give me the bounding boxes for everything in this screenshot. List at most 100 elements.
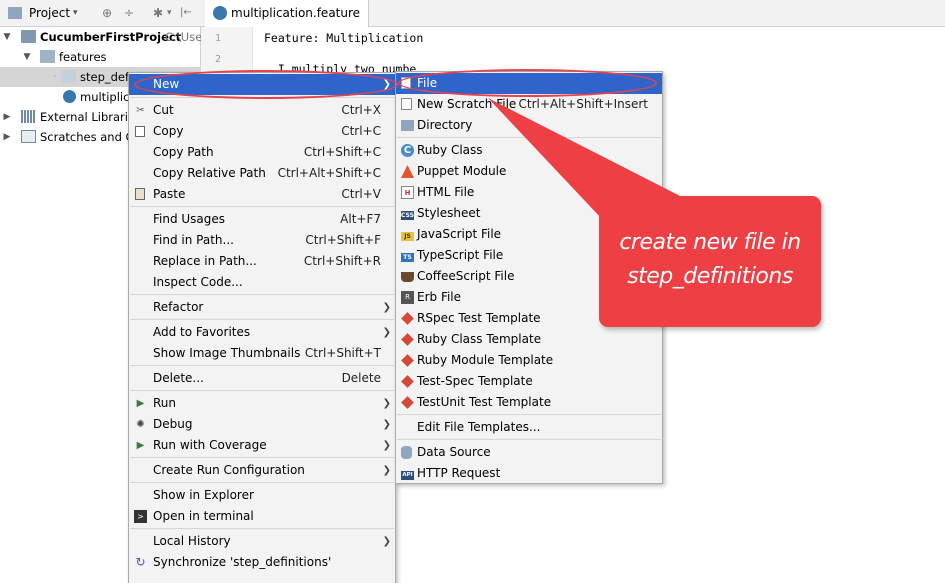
menu-item-label: Show Image Thumbnails <box>153 346 301 360</box>
submenu-arrow-icon: ❯ <box>382 465 391 476</box>
menu-item-label: Synchronize 'step_definitions' <box>153 555 332 569</box>
menu-item-puppet-module[interactable]: Puppet Module <box>396 161 662 182</box>
hide-panel-icon[interactable]: |← <box>180 5 192 21</box>
libraries-icon <box>21 110 36 123</box>
menu-item-ruby-class[interactable]: C Ruby Class <box>396 140 662 161</box>
tree-item-label: CucumberFirstProject <box>40 30 182 44</box>
tab-multiplication-feature[interactable]: multiplication.feature <box>205 0 370 27</box>
api-icon: API <box>401 471 414 480</box>
menu-item-test-spec-template[interactable]: Test-Spec Template <box>396 371 662 392</box>
menu-item-label: CoffeeScript File <box>417 269 515 283</box>
menu-item-label: Run with Coverage <box>153 438 267 452</box>
menu-item-label: Stylesheet <box>417 206 481 220</box>
highlight-oval-file <box>398 69 657 97</box>
menu-item-label: Run <box>153 396 177 410</box>
menu-item-label: Edit File Templates... <box>417 420 541 434</box>
menu-item-create-run-configuration[interactable]: Create Run Configuration ❯ <box>129 460 395 481</box>
shortcut-label: Ctrl+X <box>341 103 381 117</box>
menu-item-label: New Scratch File <box>417 97 517 111</box>
menu-item-show-in-explorer[interactable]: Show in Explorer <box>129 485 395 506</box>
gear-dropdown-icon[interactable]: ▾ <box>167 5 172 21</box>
menu-item-copy[interactable]: Copy Ctrl+C <box>129 121 395 142</box>
folder-icon <box>401 120 414 131</box>
menu-item-data-source[interactable]: Data Source <box>396 442 662 463</box>
chevron-right-icon[interactable]: ▶ <box>2 127 12 147</box>
menu-item-label: TestUnit Test Template <box>417 395 552 409</box>
menu-item-label: Copy <box>153 124 184 138</box>
menu-item-local-history[interactable]: Local History ❯ <box>129 531 395 552</box>
code-line[interactable]: Feature: Multiplication <box>264 31 423 45</box>
menu-item-label: Ruby Class Template <box>417 332 542 346</box>
menu-item-label: Open in terminal <box>153 509 254 523</box>
collapse-all-icon[interactable]: ÷ <box>124 5 134 21</box>
scroll-from-source-icon[interactable]: ⊕ <box>102 5 112 21</box>
menu-item-ruby-class-template[interactable]: Ruby Class Template <box>396 329 662 350</box>
tree-item-label: features <box>59 50 107 64</box>
debug-bug-icon: ✺ <box>136 419 145 430</box>
menu-item-find-usages[interactable]: Find Usages Alt+F7 <box>129 209 395 230</box>
menu-item-synchronize[interactable]: ↻ Synchronize 'step_definitions' <box>129 552 395 573</box>
sync-icon: ↻ <box>135 555 146 569</box>
menu-item-label: Inspect Code... <box>153 275 243 289</box>
menu-item-paste[interactable]: Paste Ctrl+V <box>129 184 395 205</box>
menu-item-add-to-favorites[interactable]: Add to Favorites ❯ <box>129 322 395 343</box>
chevron-down-icon[interactable]: ▼ <box>2 27 12 47</box>
menu-item-label: Add to Favorites <box>153 325 251 339</box>
gear-icon[interactable]: ✱ <box>153 5 163 21</box>
tree-item-label: External Libraries <box>40 110 142 124</box>
menu-item-inspect-code[interactable]: Inspect Code... <box>129 272 395 293</box>
menu-item-label: Test-Spec Template <box>417 374 533 388</box>
chevron-right-icon[interactable]: ▶ <box>2 107 12 127</box>
project-view-title[interactable]: Project <box>29 5 70 21</box>
shortcut-label: Ctrl+Shift+F <box>305 233 381 247</box>
menu-item-label: RSpec Test Template <box>417 311 541 325</box>
tree-item-label: multiplic <box>80 90 130 104</box>
menu-item-new-scratch-file[interactable]: New Scratch File Ctrl+Alt+Shift+Insert <box>396 94 662 115</box>
menu-item-run[interactable]: ▶ Run ❯ <box>129 393 395 414</box>
menu-item-label: Refactor <box>153 300 204 314</box>
tree-item-project-root[interactable]: ▼ CucumberFirstProject C:\Use <box>0 27 202 47</box>
project-view-icon <box>8 7 22 19</box>
menu-item-find-in-path[interactable]: Find in Path... Ctrl+Shift+F <box>129 230 395 251</box>
chevron-down-icon[interactable]: ▾ <box>73 5 78 21</box>
menu-item-directory[interactable]: Directory <box>396 115 662 136</box>
copy-icon <box>135 126 145 137</box>
tree-item-features[interactable]: ▼ features <box>0 47 201 67</box>
menu-item-ruby-module-template[interactable]: Ruby Module Template <box>396 350 662 371</box>
context-menu: New ❯ ✂ Cut Ctrl+X Copy Ctrl+C Copy Path… <box>128 72 396 583</box>
submenu-arrow-icon: ❯ <box>382 419 391 430</box>
menu-item-http-request[interactable]: API HTTP Request <box>396 463 662 484</box>
menu-item-testunit-test-template[interactable]: TestUnit Test Template <box>396 392 662 413</box>
editor-tab-bar: multiplication.feature <box>201 0 945 27</box>
menu-item-replace-in-path[interactable]: Replace in Path... Ctrl+Shift+R <box>129 251 395 272</box>
menu-item-show-image-thumbnails[interactable]: Show Image Thumbnails Ctrl+Shift+T <box>129 343 395 364</box>
menu-item-copy-path[interactable]: Copy Path Ctrl+Shift+C <box>129 142 395 163</box>
menu-item-label: Data Source <box>417 445 491 459</box>
coverage-icon: ▶ <box>136 440 145 451</box>
menu-item-open-in-terminal[interactable]: > Open in terminal <box>129 506 395 527</box>
typescript-icon: TS <box>401 253 414 262</box>
menu-separator <box>130 206 394 207</box>
menu-item-debug[interactable]: ✺ Debug ❯ <box>129 414 395 435</box>
menu-item-label: Ruby Class <box>417 143 483 157</box>
line-number: 1 <box>215 33 222 44</box>
menu-item-copy-relative-path[interactable]: Copy Relative Path Ctrl+Alt+Shift+C <box>129 163 395 184</box>
annotation-callout: create new file in step_definitions <box>599 196 821 327</box>
menu-item-refactor[interactable]: Refactor ❯ <box>129 297 395 318</box>
menu-item-edit-file-templates[interactable]: Edit File Templates... <box>396 417 662 438</box>
menu-item-label: Copy Path <box>153 145 214 159</box>
tab-label: multiplication.feature <box>231 6 361 20</box>
menu-item-run-with-coverage[interactable]: ▶ Run with Coverage ❯ <box>129 435 395 456</box>
menu-item-label: Find Usages <box>153 212 226 226</box>
line-number: 2 <box>215 54 222 65</box>
project-folder-icon <box>21 30 36 43</box>
menu-item-label: HTTP Request <box>417 466 501 480</box>
clipboard-icon <box>135 188 145 200</box>
menu-item-label: Replace in Path... <box>153 254 257 268</box>
callout-text: create new file in step_definitions <box>599 226 821 294</box>
folder-icon <box>61 70 76 83</box>
menu-item-cut[interactable]: ✂ Cut Ctrl+X <box>129 100 395 121</box>
chevron-down-icon[interactable]: ▼ <box>22 47 32 67</box>
menu-item-delete[interactable]: Delete... Delete <box>129 368 395 389</box>
callout-line-2: step_definitions <box>627 264 793 289</box>
